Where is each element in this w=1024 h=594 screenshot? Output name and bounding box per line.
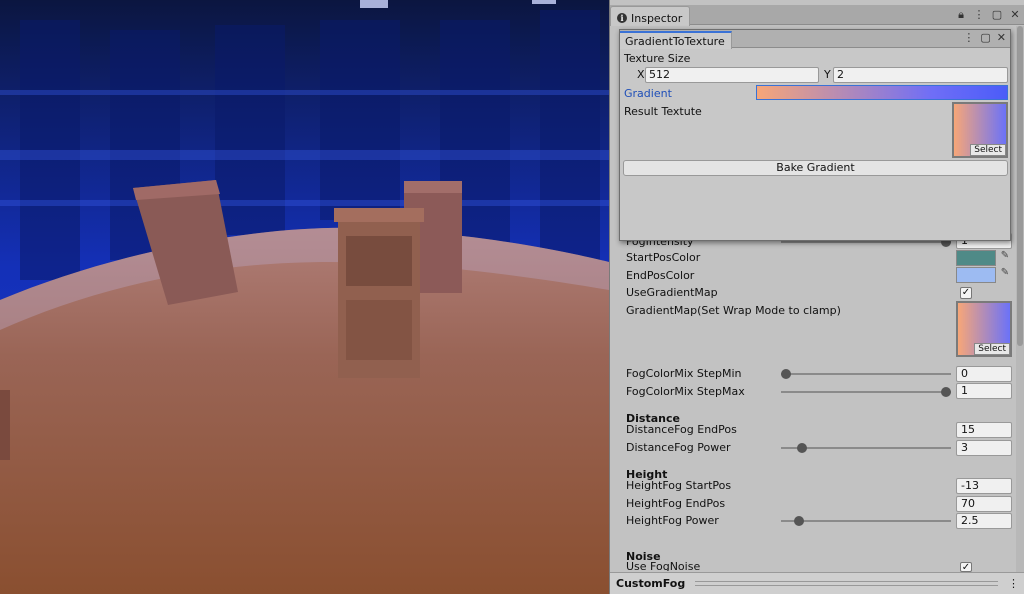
custom-fog-footer: CustomFog ⋮ — [610, 572, 1024, 594]
distance-fog-power-knob[interactable] — [797, 443, 807, 453]
height-fog-start-pos-field[interactable]: -13 — [956, 478, 1012, 494]
fog-color-mix-step-max-field[interactable]: 1 — [956, 383, 1012, 399]
distance-fog-power-label: DistanceFog Power — [626, 441, 731, 454]
height-fog-end-pos-field[interactable]: 70 — [956, 496, 1012, 512]
distance-fog-power-field[interactable]: 3 — [956, 440, 1012, 456]
maximize-icon[interactable]: ▢ — [991, 8, 1003, 22]
end-pos-color-row: EndPosColor — [626, 267, 1012, 284]
scene-view[interactable] — [0, 0, 609, 594]
x-label: X — [637, 68, 645, 81]
fog-color-mix-step-max-slider[interactable] — [781, 387, 951, 397]
start-pos-color-field[interactable] — [956, 250, 996, 266]
height-fog-power-slider[interactable] — [781, 516, 951, 526]
distance-fog-power-slider[interactable] — [781, 443, 951, 453]
gradient-to-texture-window: GradientToTexture ⋮ ▢ ✕ Texture Size X 5… — [619, 29, 1011, 241]
more-icon[interactable]: ⋮ — [973, 8, 985, 22]
use-gradient-map-row: UseGradientMap — [626, 284, 1012, 301]
close-icon[interactable]: ✕ — [997, 31, 1006, 44]
eyedropper-icon[interactable]: ✎ — [998, 250, 1012, 264]
end-pos-color-field[interactable] — [956, 267, 996, 283]
height-fog-end-pos-row: HeightFog EndPos — [626, 495, 1012, 512]
checkmark-icon: ✓ — [961, 287, 971, 298]
gradient-map-select-button[interactable]: Select — [974, 343, 1010, 355]
y-label: Y — [824, 68, 831, 81]
texture-size-label: Texture Size — [624, 51, 691, 65]
height-fog-power-label: HeightFog Power — [626, 514, 719, 527]
inspector-tab-label: Inspector — [631, 11, 683, 25]
gradient-to-texture-tab[interactable]: GradientToTexture — [620, 31, 732, 49]
bake-gradient-button[interactable]: Bake Gradient — [623, 160, 1008, 176]
footer-menu-icon[interactable]: ⋮ — [1008, 577, 1019, 590]
result-texture-select-button[interactable]: Select — [970, 144, 1006, 156]
distance-fog-end-pos-field[interactable]: 15 — [956, 422, 1012, 438]
gradient-map-row: GradientMap(Set Wrap Mode to clamp) — [626, 302, 1012, 319]
fog-color-mix-step-min-label: FogColorMix StepMin — [626, 367, 742, 380]
gradient-map-label: GradientMap(Set Wrap Mode to clamp) — [626, 304, 841, 317]
custom-fog-title: CustomFog — [616, 577, 686, 590]
use-gradient-map-checkbox[interactable]: ✓ — [960, 287, 972, 299]
use-fog-noise-label: Use FogNoise — [626, 560, 701, 571]
height-fog-start-pos-label: HeightFog StartPos — [626, 479, 732, 492]
inspector-scrollbar[interactable] — [1016, 26, 1024, 572]
result-texture-slot[interactable]: Select — [952, 102, 1008, 158]
gradient-map-texture-slot[interactable]: Select — [956, 301, 1012, 357]
height-fog-power-knob[interactable] — [793, 516, 804, 526]
fog-color-mix-step-min-knob[interactable] — [781, 369, 791, 379]
use-gradient-map-label: UseGradientMap — [626, 286, 718, 299]
height-fog-start-pos-row: HeightFog StartPos — [626, 477, 1012, 494]
gradient-label: Gradient — [624, 86, 672, 100]
result-texture-label: Result Textute — [624, 104, 702, 118]
resize-grip[interactable] — [695, 581, 998, 586]
use-fog-noise-checkbox[interactable]: ✓ — [960, 562, 972, 572]
distance-fog-end-pos-label: DistanceFog EndPos — [626, 423, 737, 436]
lock-icon[interactable]: 🔒︎ — [955, 8, 967, 22]
fog-color-mix-step-min-field[interactable]: 0 — [956, 366, 1012, 382]
inspector-scrollbar-thumb[interactable] — [1017, 26, 1023, 346]
maximize-icon[interactable]: ▢ — [980, 31, 990, 44]
eyedropper-icon[interactable]: ✎ — [998, 267, 1012, 281]
use-fog-noise-row: Use FogNoise — [626, 560, 1012, 571]
result-texture-row: Result Textute — [624, 103, 1006, 119]
y-field[interactable]: 2 — [833, 67, 1008, 83]
info-icon: i — [617, 13, 627, 23]
start-pos-color-label: StartPosColor — [626, 251, 701, 264]
gradient-field[interactable] — [756, 85, 1008, 100]
x-field[interactable]: 512 — [645, 67, 819, 83]
fog-color-mix-step-max-label: FogColorMix StepMax — [626, 385, 745, 398]
texture-size-row: Texture Size — [624, 50, 1006, 66]
height-fog-end-pos-label: HeightFog EndPos — [626, 497, 726, 510]
height-fog-power-field[interactable]: 2.5 — [956, 513, 1012, 529]
gradient-window-tab-bar: GradientToTexture ⋮ ▢ ✕ — [620, 30, 1010, 49]
end-pos-color-label: EndPosColor — [626, 269, 695, 282]
start-pos-color-row: StartPosColor — [626, 249, 1012, 266]
close-icon[interactable]: ✕ — [1009, 8, 1021, 22]
fog-color-mix-step-min-slider[interactable] — [781, 369, 951, 379]
more-icon[interactable]: ⋮ — [963, 31, 974, 44]
distance-fog-end-pos-row: DistanceFog EndPos — [626, 421, 1012, 438]
fog-color-mix-step-max-knob[interactable] — [941, 387, 951, 397]
fog-intensity-slider[interactable] — [781, 237, 951, 247]
checkmark-icon: ✓ — [961, 562, 971, 572]
scene-render — [0, 0, 609, 594]
inspector-tab[interactable]: i Inspector — [610, 6, 690, 26]
inspector-tab-bar: i Inspector 🔒︎ ⋮ ▢ ✕ — [610, 5, 1024, 26]
